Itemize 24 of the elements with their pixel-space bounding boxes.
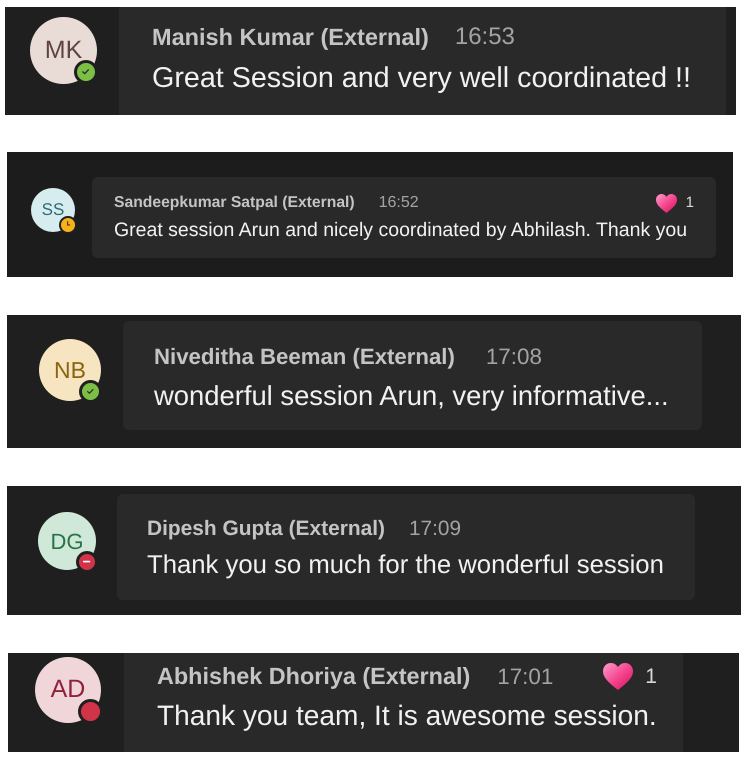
sender-name: Sandeepkumar Satpal (External) — [114, 193, 355, 213]
heart-icon — [656, 194, 677, 212]
avatar: AD — [35, 657, 101, 723]
avatar: NB — [39, 339, 101, 401]
avatar: DG — [38, 512, 96, 570]
timestamp: 16:52 — [378, 193, 419, 213]
sender-name: Niveditha Beeman (External) — [154, 344, 455, 370]
avatar: MK — [30, 17, 97, 84]
message-text: Thank you team, It is awesome session. — [157, 699, 658, 732]
message-text: wonderful session Arun, very informative... — [154, 380, 670, 412]
reaction-count: 1 — [686, 192, 694, 213]
timestamp: 16:53 — [454, 23, 515, 51]
timestamp: 17:01 — [497, 663, 554, 690]
sender-name: Dipesh Gupta (External) — [147, 516, 385, 541]
avatar: SS — [31, 188, 75, 232]
timestamp: 17:08 — [486, 344, 542, 370]
timestamp: 17:09 — [408, 516, 462, 541]
message-text: Great session Arun and nicely coordinated by Abhilash. Thank you — [114, 218, 688, 242]
reaction-count: 1 — [645, 664, 657, 690]
heart-icon — [603, 663, 634, 690]
message-text: Great Session and very well coordinated !! — [152, 61, 692, 95]
sender-name: Abhishek Dhoriya (External) — [157, 663, 470, 690]
sender-name: Manish Kumar (External) — [152, 23, 429, 51]
message-text: Thank you so much for the wonderful session — [147, 550, 665, 580]
